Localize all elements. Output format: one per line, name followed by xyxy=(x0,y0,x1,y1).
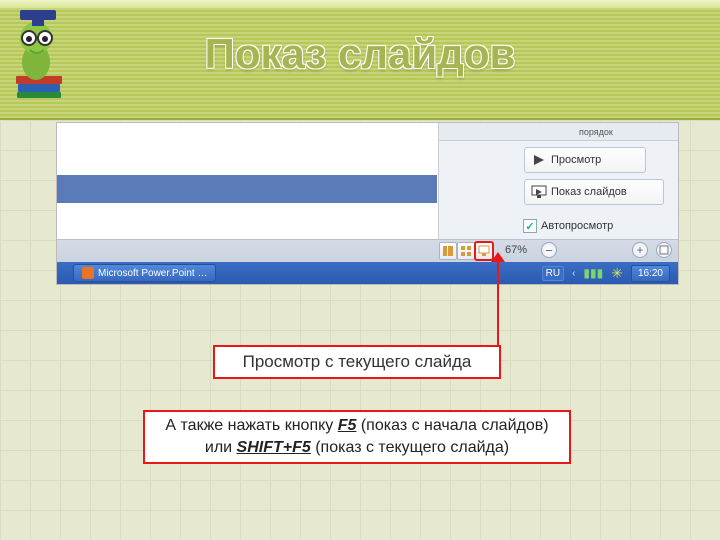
pane-header-label: порядок xyxy=(579,127,613,137)
c2-mid2: (показ с текущего слайда) xyxy=(311,439,509,456)
windows-taskbar: Microsoft Power.Point … RU ‹ ▮▮▮ ✳ 16:20 xyxy=(57,262,678,284)
network-icon[interactable]: ▮▮▮ xyxy=(583,266,603,280)
taskbar-app-button[interactable]: Microsoft Power.Point … xyxy=(73,264,216,282)
powerpoint-icon xyxy=(82,267,94,279)
preview-button-label: Просмотр xyxy=(551,154,601,166)
fit-button[interactable] xyxy=(656,242,672,258)
preview-button[interactable]: Просмотр xyxy=(524,147,646,173)
c2-mid1: (показ с начала слайдов) xyxy=(356,417,548,434)
slideshow-view-button[interactable] xyxy=(475,242,493,260)
play-icon xyxy=(531,153,547,167)
view-buttons xyxy=(439,242,493,260)
pane-header: порядок xyxy=(439,123,678,141)
bookworm-mascot xyxy=(6,6,78,100)
checkbox-icon: ✓ xyxy=(523,219,537,233)
zoom-in-button[interactable]: + xyxy=(632,242,648,258)
zoom-out-button[interactable]: − xyxy=(541,242,557,258)
powerpoint-screenshot: порядок Просмотр Показ слайдов ✓ Автопро… xyxy=(56,122,679,285)
slideshow-button[interactable]: Показ слайдов xyxy=(524,179,664,205)
page-title: Показ слайдов xyxy=(205,30,516,78)
autopreview-checkbox[interactable]: ✓ Автопросмотр xyxy=(523,219,613,233)
normal-view-button[interactable] xyxy=(439,242,457,260)
arrow-line xyxy=(497,256,499,356)
callout-current-slide: Просмотр с текущего слайда xyxy=(213,345,501,379)
c2-key1: F5 xyxy=(338,417,357,434)
clock[interactable]: 16:20 xyxy=(631,265,670,282)
status-bar: 67% − + xyxy=(57,239,678,263)
slide-area xyxy=(57,123,437,238)
header-band-top xyxy=(0,0,720,8)
slideshow-button-label: Показ слайдов xyxy=(551,186,627,198)
zoom-level[interactable]: 67% xyxy=(505,244,527,256)
language-indicator[interactable]: RU xyxy=(542,266,564,281)
c2-pre: А также нажать кнопку xyxy=(165,417,337,434)
tray-expand-icon[interactable]: ‹ xyxy=(572,268,575,279)
callout-shortcuts: А также нажать кнопку F5 (показ с начала… xyxy=(143,410,571,464)
system-tray: RU ‹ ▮▮▮ ✳ 16:20 xyxy=(534,262,678,284)
projector-icon xyxy=(531,185,547,199)
security-icon[interactable]: ✳ xyxy=(611,265,623,282)
callout1-text: Просмотр с текущего слайда xyxy=(243,352,472,372)
c2-key2: SHIFT+F5 xyxy=(237,439,311,456)
taskbar-app-label: Microsoft Power.Point … xyxy=(98,268,207,279)
c2-line2-pre: или xyxy=(205,439,237,456)
sorter-view-button[interactable] xyxy=(457,242,475,260)
autopreview-label: Автопросмотр xyxy=(541,220,613,232)
slide-bluebar xyxy=(57,175,437,203)
